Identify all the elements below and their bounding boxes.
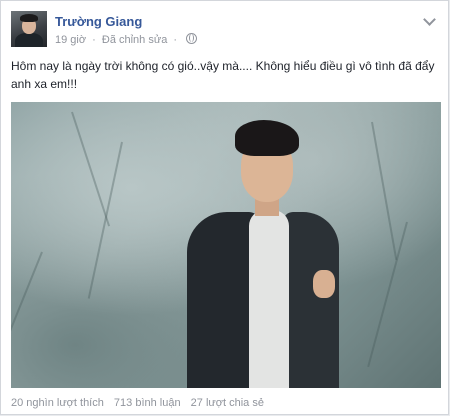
meta-separator-2: ·	[173, 34, 178, 46]
subject-hair	[235, 120, 299, 156]
backdrop-crease	[367, 221, 408, 368]
subject-shirt	[249, 210, 289, 388]
meta-separator: ·	[92, 34, 96, 46]
backdrop-crease	[87, 141, 123, 299]
subject-hand	[313, 270, 335, 298]
subject-jacket-right	[283, 212, 339, 388]
chevron-down-icon[interactable]	[423, 13, 436, 26]
avatar-hair	[20, 14, 38, 22]
globe-icon[interactable]	[186, 33, 198, 44]
post-text: Hôm nay là ngày trời không có gió..vậy m…	[11, 59, 435, 91]
avatar-jacket	[15, 33, 43, 47]
comments-count[interactable]: 713 bình luận	[114, 397, 181, 409]
likes-count[interactable]: 20 nghìn lượt thích	[11, 397, 104, 409]
post-meta: 19 giờ · Đã chỉnh sửa ·	[55, 33, 198, 46]
post-time[interactable]: 19 giờ	[55, 34, 86, 46]
backdrop-crease	[71, 111, 111, 227]
backdrop-crease	[11, 251, 43, 373]
author-name[interactable]: Trường Giang	[55, 14, 142, 29]
backdrop-crease	[371, 121, 398, 261]
avatar[interactable]	[11, 11, 47, 47]
edited-label[interactable]: Đã chỉnh sửa	[102, 34, 167, 46]
photo-subject	[187, 120, 347, 388]
post-stats: 20 nghìn lượt thích 713 bình luận 27 lượ…	[11, 397, 271, 409]
post-card: Trường Giang 19 giờ · Đã chỉnh sửa · Hôm…	[0, 0, 449, 415]
shares-count[interactable]: 27 lượt chia sẻ	[191, 397, 264, 409]
post-photo[interactable]	[11, 102, 441, 388]
